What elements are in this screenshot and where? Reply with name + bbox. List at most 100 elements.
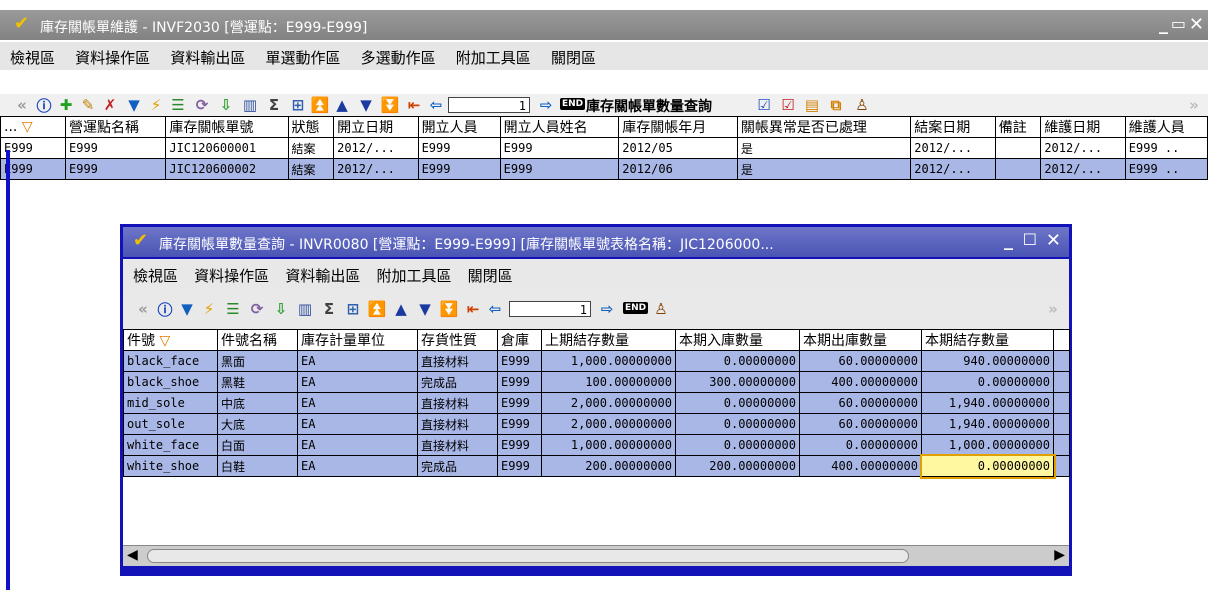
check-all-icon[interactable]: ☑: [778, 96, 798, 114]
table-cell[interactable]: out_sole: [123, 413, 218, 435]
next-scroll-icon[interactable]: »: [1184, 96, 1204, 114]
scrollbar-thumb[interactable]: [147, 549, 909, 563]
table-cell[interactable]: 結案: [287, 137, 335, 159]
table-cell[interactable]: [994, 137, 1042, 159]
checkbox-icon[interactable]: ☑: [754, 96, 774, 114]
next-scroll-icon[interactable]: »: [1043, 300, 1063, 318]
table-cell[interactable]: 2012/...: [333, 137, 419, 159]
table-cell[interactable]: 940.00000000: [921, 350, 1054, 372]
table-cell[interactable]: E999: [0, 137, 66, 159]
menu-view[interactable]: 檢視區: [10, 47, 55, 68]
prev-page-icon[interactable]: ⇦: [426, 96, 446, 114]
filter-icon[interactable]: ▼: [177, 300, 197, 318]
export-icon[interactable]: ⇩: [271, 300, 291, 318]
table-cell[interactable]: E999 ..: [1124, 158, 1208, 180]
column-header[interactable]: 本期出庫數量: [799, 329, 922, 351]
add-icon[interactable]: ✚: [56, 96, 76, 114]
table-row[interactable]: black_shoe 黑鞋 EA 完成品 E999 100.00000000 3…: [123, 371, 1070, 393]
table-row[interactable]: white_face 白面 EA 直接材料 E999 1,000.0000000…: [123, 434, 1070, 456]
move-top-icon[interactable]: ⏫: [310, 96, 330, 114]
column-header[interactable]: 結案日期: [910, 116, 996, 138]
table-cell[interactable]: [994, 158, 1042, 180]
table-cell[interactable]: JIC120600001: [165, 137, 289, 159]
menu-close[interactable]: 關閉區: [468, 265, 513, 286]
column-header[interactable]: 狀態: [287, 116, 335, 138]
page-number-input[interactable]: 1: [509, 301, 591, 317]
chart-icon[interactable]: ▥: [240, 96, 260, 114]
move-up-icon[interactable]: ▲: [391, 300, 411, 318]
table-cell[interactable]: EA: [297, 392, 418, 414]
sum-icon[interactable]: Σ: [264, 96, 284, 114]
table-cell[interactable]: 0.00000000: [799, 434, 922, 456]
column-header[interactable]: 開立人員: [417, 116, 501, 138]
table-cell[interactable]: E999: [497, 434, 542, 456]
column-header[interactable]: 庫存計量單位: [297, 329, 418, 351]
split-icon[interactable]: ⊞: [343, 300, 363, 318]
table-cell[interactable]: 2,000.00000000: [541, 413, 676, 435]
table-cell[interactable]: EA: [297, 455, 418, 477]
delete-icon[interactable]: ✗: [100, 96, 120, 114]
table-cell[interactable]: E999: [497, 455, 542, 477]
table-cell-focused[interactable]: 0.00000000: [919, 453, 1056, 479]
table-cell[interactable]: 0.00000000: [675, 434, 800, 456]
document-icon[interactable]: ▤: [802, 96, 822, 114]
refresh-icon[interactable]: ⟳: [192, 96, 212, 114]
table-cell[interactable]: white_face: [123, 434, 218, 456]
menu-view[interactable]: 檢視區: [133, 265, 178, 286]
table-cell[interactable]: E999: [417, 137, 501, 159]
column-header[interactable]: 關帳異常是否已處理: [736, 116, 912, 138]
column-header[interactable]: 上期結存數量: [541, 329, 676, 351]
column-header[interactable]: 本期結存數量: [921, 329, 1054, 351]
table-row[interactable]: mid_sole 中底 EA 直接材料 E999 2,000.00000000 …: [123, 392, 1070, 414]
column-header[interactable]: 營運點名稱: [64, 116, 167, 138]
next-page-icon[interactable]: ⇨: [597, 300, 617, 318]
minimize-icon[interactable]: _: [1004, 230, 1013, 251]
table-cell[interactable]: E999: [0, 158, 66, 180]
close-icon[interactable]: ✕: [1046, 230, 1061, 251]
menu-data-ops[interactable]: 資料操作區: [75, 47, 150, 68]
first-record-icon[interactable]: ⇤: [463, 300, 483, 318]
table-cell[interactable]: 0.00000000: [921, 371, 1054, 393]
table-cell[interactable]: 0.00000000: [675, 350, 800, 372]
table-cell[interactable]: 1,940.00000000: [921, 413, 1054, 435]
table-cell[interactable]: E999: [417, 158, 501, 180]
table-cell[interactable]: E999: [497, 392, 542, 414]
table-cell[interactable]: E999: [497, 371, 542, 393]
table-cell[interactable]: 1,000.00000000: [921, 434, 1054, 456]
table-cell[interactable]: 200.00000000: [541, 455, 676, 477]
table-cell[interactable]: 60.00000000: [799, 392, 922, 414]
table-cell[interactable]: 400.00000000: [799, 371, 922, 393]
table-cell[interactable]: 1,940.00000000: [921, 392, 1054, 414]
table-cell[interactable]: E999: [497, 350, 542, 372]
move-down-icon[interactable]: ▼: [415, 300, 435, 318]
minimize-icon[interactable]: _: [1159, 14, 1168, 35]
table-cell[interactable]: EA: [297, 371, 418, 393]
table-row[interactable]: black_face 黑面 EA 直接材料 E999 1,000.0000000…: [123, 350, 1070, 372]
scroll-left-icon[interactable]: ◀: [127, 547, 138, 563]
first-record-icon[interactable]: ⇤: [404, 96, 424, 114]
filter-icon[interactable]: ▼: [124, 96, 144, 114]
maximize-icon[interactable]: ☐: [1023, 230, 1037, 249]
copy-document-icon[interactable]: ⧉: [826, 96, 846, 114]
info-icon[interactable]: ⓘ: [34, 96, 54, 115]
table-cell[interactable]: 完成品: [417, 371, 498, 393]
menu-multi-action[interactable]: 多選動作區: [361, 47, 436, 68]
info-icon[interactable]: ⓘ: [155, 300, 175, 319]
table-cell[interactable]: 大底: [217, 413, 298, 435]
table-cell[interactable]: E999: [499, 137, 620, 159]
scroll-right-icon[interactable]: ▶: [1054, 547, 1065, 563]
column-header[interactable]: 庫存關帳年月: [618, 116, 738, 138]
table-cell[interactable]: 直接材料: [417, 434, 498, 456]
table-row[interactable]: white_shoe 白鞋 EA 完成品 E999 200.00000000 2…: [123, 453, 1070, 479]
column-header[interactable]: 件號名稱: [217, 329, 298, 351]
table-cell[interactable]: black_shoe: [123, 371, 218, 393]
menu-single-action[interactable]: 單選動作區: [265, 47, 340, 68]
table-cell[interactable]: white_shoe: [123, 455, 218, 477]
move-up-icon[interactable]: ▲: [332, 96, 352, 114]
table-cell[interactable]: 300.00000000: [675, 371, 800, 393]
menu-data-output[interactable]: 資料輸出區: [285, 265, 360, 286]
table-cell[interactable]: 白面: [217, 434, 298, 456]
table-cell[interactable]: 60.00000000: [799, 350, 922, 372]
column-header[interactable]: 備註: [994, 116, 1042, 138]
table-cell[interactable]: EA: [297, 350, 418, 372]
